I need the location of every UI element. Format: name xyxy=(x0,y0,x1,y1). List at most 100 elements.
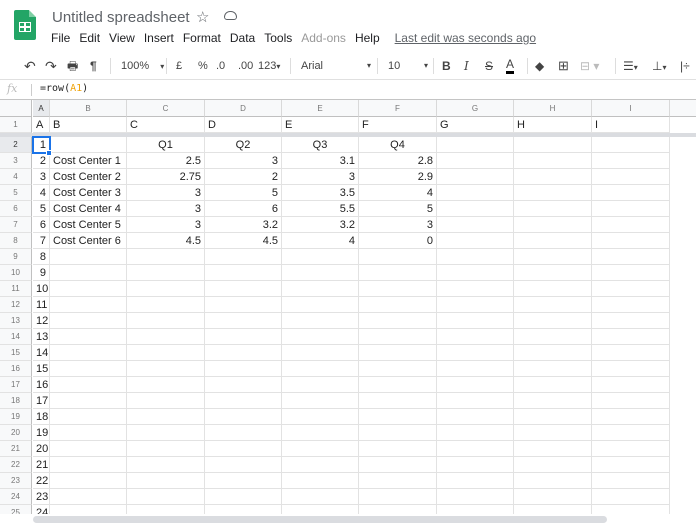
cell-b17[interactable] xyxy=(50,377,127,393)
row-header-20[interactable]: 20 xyxy=(0,425,32,441)
cell-b1[interactable]: B xyxy=(50,117,127,133)
cell-g23[interactable] xyxy=(437,473,514,489)
horizontal-scrollbar[interactable] xyxy=(33,516,607,523)
menu-tools[interactable]: Tools xyxy=(264,31,292,45)
redo-icon[interactable]: ↷ xyxy=(45,56,57,76)
cell-c4[interactable]: 2.75 xyxy=(127,169,205,185)
cell-d20[interactable] xyxy=(205,425,282,441)
row-header-6[interactable]: 6 xyxy=(0,201,32,217)
cell-h8[interactable] xyxy=(514,233,592,249)
cell-h14[interactable] xyxy=(514,329,592,345)
strikethrough-button[interactable]: S xyxy=(485,56,493,76)
row-header-12[interactable]: 12 xyxy=(0,297,32,313)
cell-b25[interactable] xyxy=(50,505,127,514)
cell-f7[interactable]: 3 xyxy=(359,217,437,233)
cell-h12[interactable] xyxy=(514,297,592,313)
cell-h3[interactable] xyxy=(514,153,592,169)
row-header-8[interactable]: 8 xyxy=(0,233,32,249)
cell-c18[interactable] xyxy=(127,393,205,409)
cell-c8[interactable]: 4.5 xyxy=(127,233,205,249)
cell-a18[interactable]: 17 xyxy=(33,393,50,409)
cell-h7[interactable] xyxy=(514,217,592,233)
cell-a14[interactable]: 13 xyxy=(33,329,50,345)
cell-b20[interactable] xyxy=(50,425,127,441)
cell-f12[interactable] xyxy=(359,297,437,313)
cell-d3[interactable]: 3 xyxy=(205,153,282,169)
last-edit-link[interactable]: Last edit was seconds ago xyxy=(395,31,536,45)
cell-e14[interactable] xyxy=(282,329,359,345)
menu-insert[interactable]: Insert xyxy=(144,31,174,45)
cell-d22[interactable] xyxy=(205,457,282,473)
cell-i8[interactable] xyxy=(592,233,670,249)
menu-view[interactable]: View xyxy=(109,31,135,45)
cell-d7[interactable]: 3.2 xyxy=(205,217,282,233)
cell-e25[interactable] xyxy=(282,505,359,514)
column-header-c[interactable]: C xyxy=(127,100,205,117)
row-header-7[interactable]: 7 xyxy=(0,217,32,233)
row-header-13[interactable]: 13 xyxy=(0,313,32,329)
row-header-10[interactable]: 10 xyxy=(0,265,32,281)
cell-c9[interactable] xyxy=(127,249,205,265)
cell-e13[interactable] xyxy=(282,313,359,329)
cell-h11[interactable] xyxy=(514,281,592,297)
cell-h21[interactable] xyxy=(514,441,592,457)
cell-c17[interactable] xyxy=(127,377,205,393)
row-header-24[interactable]: 24 xyxy=(0,489,32,505)
cell-i11[interactable] xyxy=(592,281,670,297)
column-header-f[interactable]: F xyxy=(359,100,437,117)
cell-i14[interactable] xyxy=(592,329,670,345)
cell-d13[interactable] xyxy=(205,313,282,329)
cell-e21[interactable] xyxy=(282,441,359,457)
cell-b12[interactable] xyxy=(50,297,127,313)
cell-a13[interactable]: 12 xyxy=(33,313,50,329)
cell-h23[interactable] xyxy=(514,473,592,489)
row-header-22[interactable]: 22 xyxy=(0,457,32,473)
cell-e3[interactable]: 3.1 xyxy=(282,153,359,169)
cell-c10[interactable] xyxy=(127,265,205,281)
cell-i21[interactable] xyxy=(592,441,670,457)
cell-d1[interactable]: D xyxy=(205,117,282,133)
cell-g3[interactable] xyxy=(437,153,514,169)
cell-h5[interactable] xyxy=(514,185,592,201)
row-header-15[interactable]: 15 xyxy=(0,345,32,361)
row-header-1[interactable]: 1 xyxy=(0,117,32,133)
cell-a6[interactable]: 5 xyxy=(33,201,50,217)
cell-b11[interactable] xyxy=(50,281,127,297)
cell-b13[interactable] xyxy=(50,313,127,329)
cell-f2[interactable]: Q4 xyxy=(359,137,437,153)
cloud-status-icon[interactable] xyxy=(224,11,237,20)
cell-f10[interactable] xyxy=(359,265,437,281)
cell-i4[interactable] xyxy=(592,169,670,185)
cell-a23[interactable]: 22 xyxy=(33,473,50,489)
column-header-h[interactable]: H xyxy=(514,100,592,117)
column-header-b[interactable]: B xyxy=(50,100,127,117)
row-header-17[interactable]: 17 xyxy=(0,377,32,393)
row-header-11[interactable]: 11 xyxy=(0,281,32,297)
cell-e9[interactable] xyxy=(282,249,359,265)
vertical-align-icon[interactable]: ⊥▾ xyxy=(652,56,666,76)
cell-f8[interactable]: 0 xyxy=(359,233,437,249)
cell-a11[interactable]: 10 xyxy=(33,281,50,297)
cell-h2[interactable] xyxy=(514,137,592,153)
cell-e2[interactable]: Q3 xyxy=(282,137,359,153)
cell-c15[interactable] xyxy=(127,345,205,361)
cell-d15[interactable] xyxy=(205,345,282,361)
cell-b14[interactable] xyxy=(50,329,127,345)
paint-format-icon[interactable]: ¶ xyxy=(90,56,97,76)
cell-d16[interactable] xyxy=(205,361,282,377)
cell-f22[interactable] xyxy=(359,457,437,473)
cell-a7[interactable]: 6 xyxy=(33,217,50,233)
column-header-e[interactable]: E xyxy=(282,100,359,117)
print-icon[interactable]: 🖶 xyxy=(67,56,78,76)
cell-g17[interactable] xyxy=(437,377,514,393)
cell-h19[interactable] xyxy=(514,409,592,425)
menu-addons[interactable]: Add-ons xyxy=(301,31,346,45)
cell-g15[interactable] xyxy=(437,345,514,361)
cell-e17[interactable] xyxy=(282,377,359,393)
cell-c25[interactable] xyxy=(127,505,205,514)
cell-g2[interactable] xyxy=(437,137,514,153)
cell-i5[interactable] xyxy=(592,185,670,201)
cell-d21[interactable] xyxy=(205,441,282,457)
cell-d17[interactable] xyxy=(205,377,282,393)
row-header-21[interactable]: 21 xyxy=(0,441,32,457)
